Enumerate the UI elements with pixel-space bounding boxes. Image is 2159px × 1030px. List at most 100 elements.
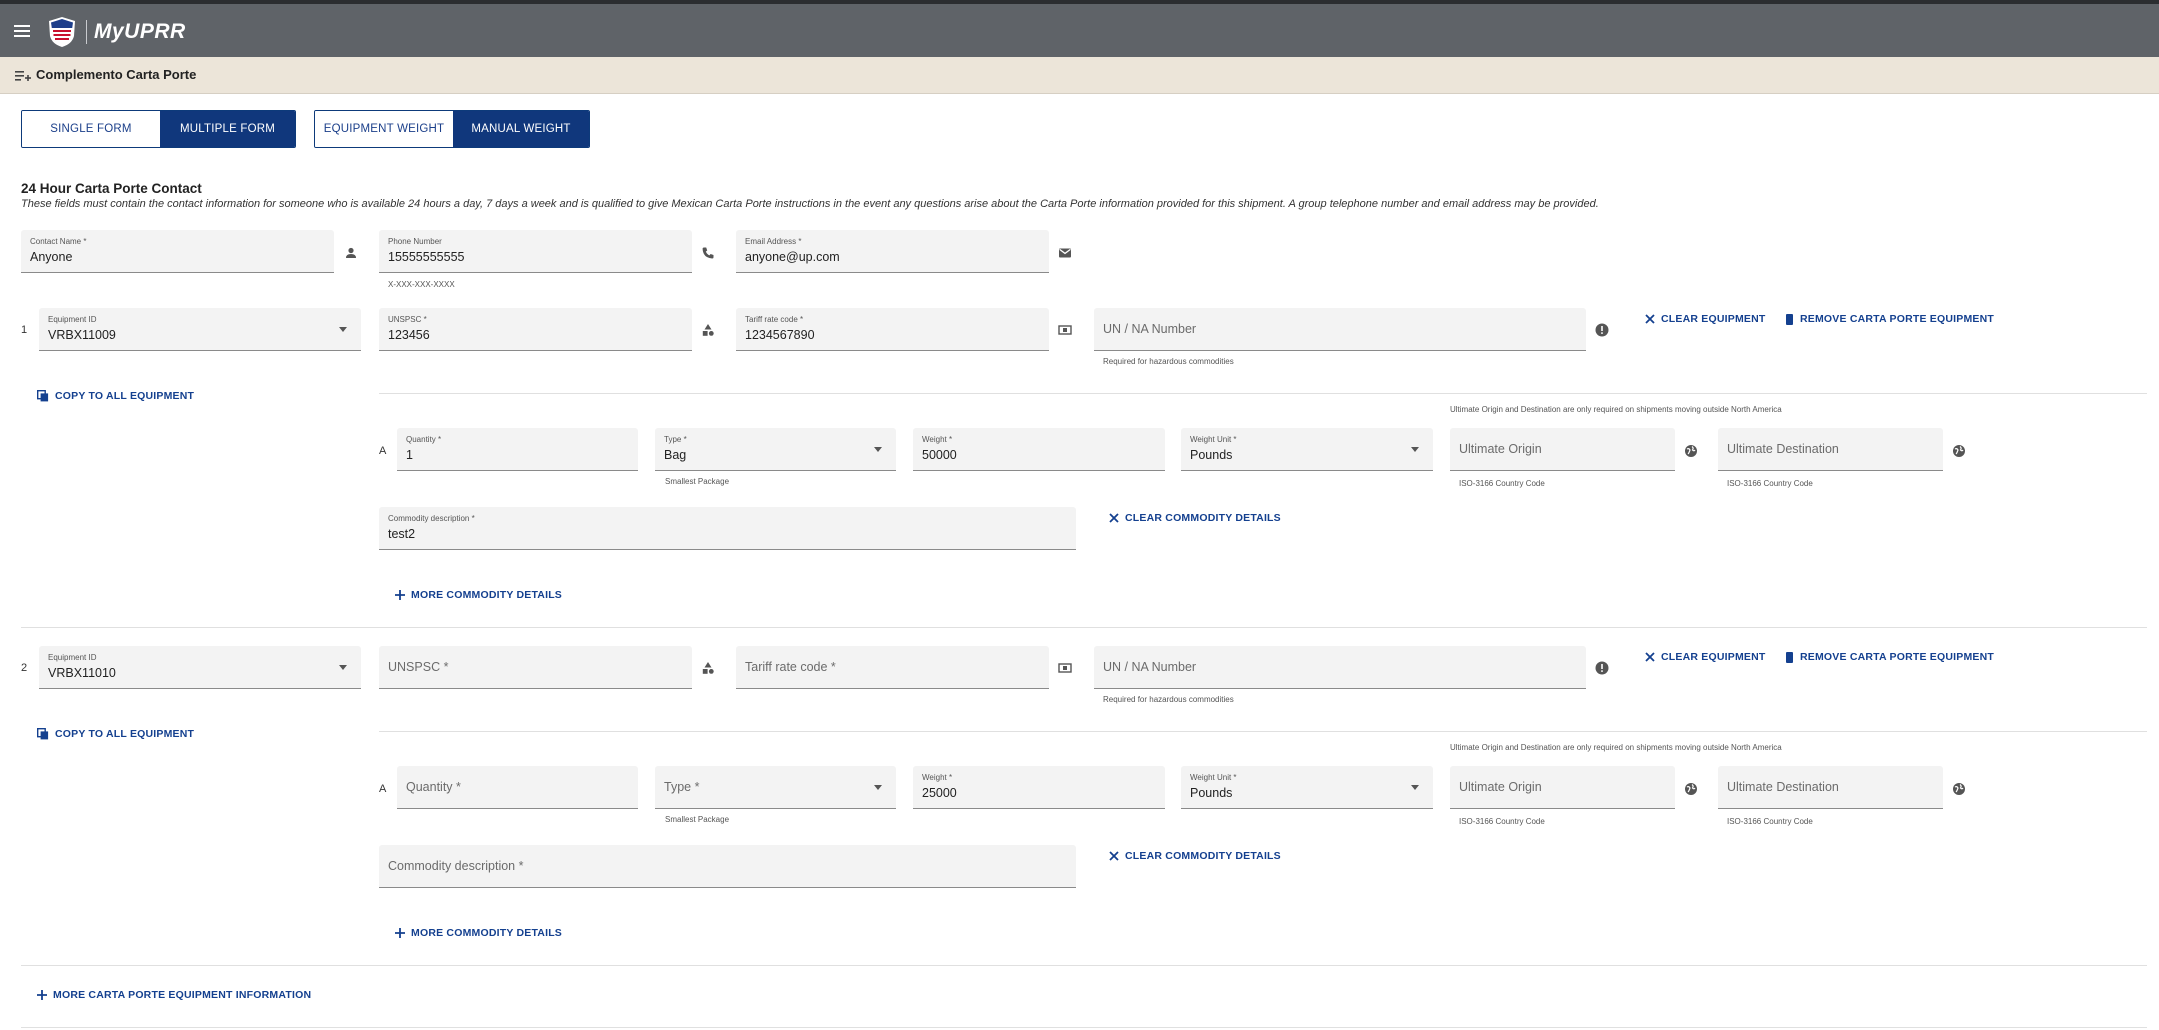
un-na-number-field[interactable]: UN / NA Number	[1094, 646, 1586, 689]
section-divider	[379, 731, 2147, 732]
close-icon	[1645, 314, 1655, 324]
iso-hint: ISO-3166 Country Code	[1459, 817, 1545, 826]
quantity-field[interactable]: Quantity * 1	[397, 428, 638, 471]
multiple-form-button[interactable]: MULTIPLE FORM	[160, 111, 295, 147]
globe-icon	[1953, 445, 1965, 457]
weight-mode-toggle: EQUIPMENT WEIGHT MANUAL WEIGHT	[314, 110, 590, 148]
chevron-down-icon	[874, 785, 882, 790]
field-value: Pounds	[1190, 448, 1233, 462]
more-commodity-details-button[interactable]: MORE COMMODITY DETAILS	[395, 927, 562, 939]
type-hint: Smallest Package	[665, 815, 730, 824]
copy-to-all-equipment-button[interactable]: COPY TO ALL EQUIPMENT	[37, 390, 194, 402]
field-label: Quantity *	[406, 435, 442, 444]
field-placeholder: Ultimate Destination	[1727, 442, 1839, 456]
field-placeholder: UN / NA Number	[1103, 322, 1197, 336]
plus-icon	[37, 990, 47, 1000]
money-icon	[1058, 663, 1072, 673]
hazardous-hint: Required for hazardous commodities	[1103, 695, 1234, 704]
clear-commodity-details-button[interactable]: CLEAR COMMODITY DETAILS	[1109, 850, 1281, 862]
type-select[interactable]: Type *	[655, 766, 896, 809]
contact-heading: 24 Hour Carta Porte Contact	[21, 181, 202, 196]
contact-name-field[interactable]: Contact Name * Anyone	[21, 230, 334, 273]
more-carta-porte-equipment-button[interactable]: MORE CARTA PORTE EQUIPMENT INFORMATION	[37, 989, 311, 1001]
field-value: 15555555555	[388, 250, 465, 264]
clear-equipment-button[interactable]: CLEAR EQUIPMENT	[1645, 651, 1766, 663]
clear-equipment-button[interactable]: CLEAR EQUIPMENT	[1645, 313, 1766, 325]
chevron-down-icon	[339, 665, 347, 670]
hazardous-hint: Required for hazardous commodities	[1103, 357, 1234, 366]
ultimate-origin-field[interactable]: Ultimate Origin	[1450, 428, 1675, 471]
copy-icon	[37, 728, 49, 740]
info-circle-icon	[1595, 661, 1609, 675]
brand-name[interactable]: MyUPRR	[94, 20, 186, 44]
tariff-rate-code-field[interactable]: Tariff rate code * 1234567890	[736, 308, 1049, 351]
button-label: COPY TO ALL EQUIPMENT	[55, 728, 195, 740]
tariff-rate-code-field[interactable]: Tariff rate code *	[736, 646, 1049, 689]
weight-unit-select[interactable]: Weight Unit * Pounds	[1181, 766, 1433, 809]
field-label: Weight Unit *	[1190, 773, 1237, 782]
close-icon	[1109, 851, 1119, 861]
ultimate-origin-field[interactable]: Ultimate Origin	[1450, 766, 1675, 809]
phone-number-field[interactable]: Phone Number 15555555555	[379, 230, 692, 273]
globe-icon	[1685, 445, 1697, 457]
commodity-description-field[interactable]: Commodity description * test2	[379, 507, 1076, 550]
field-placeholder: UNSPSC *	[388, 660, 449, 674]
field-label: Equipment ID	[48, 315, 97, 324]
more-commodity-details-button[interactable]: MORE COMMODITY DETAILS	[395, 589, 562, 601]
weight-field[interactable]: Weight * 25000	[913, 766, 1165, 809]
email-address-field[interactable]: Email Address * anyone@up.com	[736, 230, 1049, 273]
playlist-add-icon	[15, 71, 31, 81]
button-label: REMOVE CARTA PORTE EQUIPMENT	[1800, 313, 1995, 325]
field-value: 123456	[388, 328, 430, 342]
phone-format-hint: X-XXX-XXX-XXXX	[388, 280, 455, 289]
button-label: MORE COMMODITY DETAILS	[411, 589, 563, 601]
email-icon	[1059, 248, 1071, 258]
clear-commodity-details-button[interactable]: CLEAR COMMODITY DETAILS	[1109, 512, 1281, 524]
copy-to-all-equipment-button[interactable]: COPY TO ALL EQUIPMENT	[37, 728, 194, 740]
single-form-button[interactable]: SINGLE FORM	[22, 111, 160, 147]
copy-icon	[37, 390, 49, 402]
unspsc-field[interactable]: UNSPSC * 123456	[379, 308, 692, 351]
contact-description: These fields must contain the contact in…	[21, 198, 1599, 210]
weight-unit-select[interactable]: Weight Unit * Pounds	[1181, 428, 1433, 471]
field-value: VRBX11009	[48, 328, 116, 342]
form-mode-toggle: SINGLE FORM MULTIPLE FORM	[21, 110, 296, 148]
un-na-number-field[interactable]: UN / NA Number	[1094, 308, 1586, 351]
ultimate-destination-field[interactable]: Ultimate Destination	[1718, 428, 1943, 471]
weight-field[interactable]: Weight * 50000	[913, 428, 1165, 471]
ultimate-note: Ultimate Origin and Destination are only…	[1450, 743, 1782, 752]
field-label: Tariff rate code *	[745, 315, 804, 324]
manual-weight-button[interactable]: MANUAL WEIGHT	[453, 111, 589, 147]
close-icon	[1109, 513, 1119, 523]
money-icon	[1058, 325, 1072, 335]
button-label: CLEAR EQUIPMENT	[1661, 313, 1766, 325]
union-pacific-shield-logo[interactable]	[47, 16, 77, 48]
iso-hint: ISO-3166 Country Code	[1727, 479, 1813, 488]
chevron-down-icon	[1411, 447, 1419, 452]
plus-icon	[395, 928, 405, 938]
commodity-letter: A	[379, 445, 387, 457]
section-divider	[21, 1027, 2147, 1028]
chevron-down-icon	[339, 327, 347, 332]
equipment-weight-button[interactable]: EQUIPMENT WEIGHT	[315, 111, 453, 147]
equipment-id-select[interactable]: Equipment ID VRBX11010	[39, 646, 361, 689]
equipment-id-select[interactable]: Equipment ID VRBX11009	[39, 308, 361, 351]
type-select[interactable]: Type * Bag	[655, 428, 896, 471]
section-divider	[379, 393, 2147, 394]
ultimate-destination-field[interactable]: Ultimate Destination	[1718, 766, 1943, 809]
remove-carta-porte-equipment-button[interactable]: REMOVE CARTA PORTE EQUIPMENT	[1785, 651, 1994, 663]
field-placeholder: Tariff rate code *	[745, 660, 836, 674]
iso-hint: ISO-3166 Country Code	[1459, 479, 1545, 488]
globe-icon	[1953, 783, 1965, 795]
field-value: 1	[406, 448, 413, 462]
field-value: anyone@up.com	[745, 250, 840, 264]
field-label: Contact Name *	[30, 237, 87, 246]
type-hint: Smallest Package	[665, 477, 730, 486]
commodity-description-field[interactable]: Commodity description *	[379, 845, 1076, 888]
equipment-index: 2	[21, 662, 28, 674]
field-label: Commodity description *	[388, 514, 475, 523]
quantity-field[interactable]: Quantity *	[397, 766, 638, 809]
unspsc-field[interactable]: UNSPSC *	[379, 646, 692, 689]
hamburger-menu-icon[interactable]	[14, 25, 30, 37]
remove-carta-porte-equipment-button[interactable]: REMOVE CARTA PORTE EQUIPMENT	[1785, 313, 1994, 325]
